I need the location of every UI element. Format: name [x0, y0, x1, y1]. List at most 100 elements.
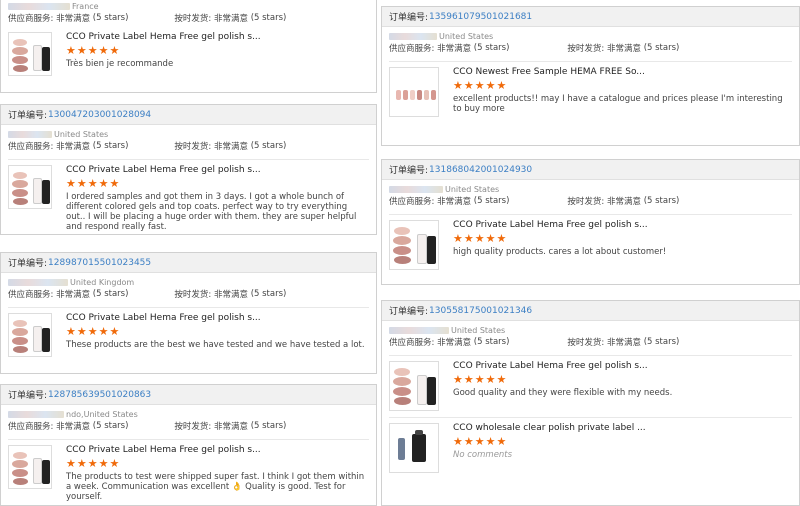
- buyer-info: United States: [382, 180, 799, 194]
- review-card: 订单编号: 130047203001028094 United States 供…: [0, 104, 377, 235]
- buyer-country: ndo,United States: [66, 409, 138, 419]
- star-rating: ★★★★★: [453, 435, 508, 448]
- buyer-name-redacted: [8, 410, 64, 418]
- product-title-link[interactable]: CCO Private Label Hema Free gel polish s…: [66, 165, 369, 175]
- order-label: 订单编号:: [389, 166, 429, 176]
- buyer-info: United States: [1, 125, 376, 139]
- review-text: excellent products!! may I have a catalo…: [453, 94, 783, 114]
- star-rating: ★★★★★: [453, 232, 508, 245]
- rating-row: 供应商服务: 非常满意 (5 stars) 按时发货: 非常满意 (5 star…: [1, 11, 376, 25]
- rating-row: 供应商服务: 非常满意 (5 stars) 按时发货: 非常满意 (5 star…: [1, 287, 376, 301]
- product-row: CCO Private Label Hema Free gel polish s…: [8, 439, 369, 502]
- buyer-country: United States: [54, 129, 109, 139]
- buyer-country: United States: [445, 184, 500, 194]
- star-rating: ★★★★★: [453, 373, 508, 386]
- on-time-shipping-stars: (5 stars): [643, 196, 680, 206]
- buyer-info: France: [1, 0, 376, 11]
- buyer-info: United Kingdom: [1, 273, 376, 287]
- review-text: Très bien je recommande: [66, 59, 174, 69]
- review-card: 订单编号: 128785639501020863 ndo,United Stat…: [0, 384, 377, 506]
- supplier-service-rating: 供应商服务: 非常满意: [8, 142, 91, 152]
- buyer-name-redacted: [8, 278, 68, 286]
- buyer-info: United States: [382, 321, 799, 335]
- buyer-name-redacted: [389, 32, 437, 40]
- product-thumbnail[interactable]: [8, 445, 52, 489]
- on-time-shipping-rating: 按时发货: 非常满意: [567, 197, 641, 207]
- supplier-service-stars: (5 stars): [92, 13, 129, 23]
- buyer-info: ndo,United States: [1, 405, 376, 419]
- buyer-name-redacted: [389, 185, 443, 193]
- supplier-service-rating: 供应商服务: 非常满意: [389, 44, 472, 54]
- order-header: 订单编号: 131868042001024930: [382, 160, 799, 180]
- rating-row: 供应商服务: 非常满意 (5 stars) 按时发货: 非常满意 (5 star…: [1, 139, 376, 153]
- on-time-shipping-stars: (5 stars): [643, 337, 680, 347]
- product-row: CCO Private Label Hema Free gel polish s…: [389, 214, 792, 270]
- supplier-service-rating: 供应商服务: 非常满意: [389, 197, 472, 207]
- order-number-link[interactable]: 130047203001028094: [48, 110, 151, 120]
- product-thumbnail[interactable]: [389, 67, 439, 117]
- on-time-shipping-rating: 按时发货: 非常满意: [174, 290, 248, 300]
- order-header: 订单编号: 128785639501020863: [1, 385, 376, 405]
- product-thumbnail[interactable]: [8, 313, 52, 357]
- rating-row: 供应商服务: 非常满意 (5 stars) 按时发货: 非常满意 (5 star…: [382, 335, 799, 349]
- on-time-shipping-stars: (5 stars): [250, 141, 287, 151]
- order-label: 订单编号:: [8, 259, 48, 269]
- star-rating: ★★★★★: [453, 79, 508, 92]
- star-rating: ★★★★★: [66, 325, 121, 338]
- product-title-link[interactable]: CCO Private Label Hema Free gel polish s…: [453, 220, 792, 230]
- on-time-shipping-rating: 按时发货: 非常满意: [174, 422, 248, 432]
- review-text: The products to test were shipped super …: [66, 472, 365, 502]
- rating-row: 供应商服务: 非常满意 (5 stars) 按时发货: 非常满意 (5 star…: [1, 419, 376, 433]
- buyer-country: France: [72, 1, 99, 11]
- star-rating: ★★★★★: [66, 177, 121, 190]
- product-title-link[interactable]: CCO Private Label Hema Free gel polish s…: [66, 32, 369, 42]
- on-time-shipping-stars: (5 stars): [250, 289, 287, 299]
- on-time-shipping-rating: 按时发货: 非常满意: [567, 44, 641, 54]
- product-row: CCO Private Label Hema Free gel polish s…: [8, 307, 369, 357]
- product-thumbnail[interactable]: [8, 165, 52, 209]
- order-number-link[interactable]: 128785639501020863: [48, 390, 151, 400]
- star-rating: ★★★★★: [66, 457, 121, 470]
- order-number-link[interactable]: 128987015501023455: [48, 258, 151, 268]
- review-text: No comments: [453, 450, 513, 460]
- order-number-link[interactable]: 135961079501021681: [429, 12, 532, 22]
- product-row: CCO wholesale clear polish private label…: [389, 417, 792, 473]
- product-title-link[interactable]: CCO wholesale clear polish private label…: [453, 423, 792, 433]
- supplier-service-stars: (5 stars): [92, 141, 129, 151]
- review-card: 订单编号: 130558175001021346 United States 供…: [381, 300, 800, 506]
- product-title-link[interactable]: CCO Private Label Hema Free gel polish s…: [66, 313, 369, 323]
- product-row: CCO Newest Free Sample HEMA FREE So... ★…: [389, 61, 792, 117]
- review-card: 订单编号: 131868042001024930 United States 供…: [381, 159, 800, 285]
- review-text: I ordered samples and got them in 3 days…: [66, 192, 357, 232]
- order-label: 订单编号:: [8, 391, 48, 401]
- product-thumbnail[interactable]: [389, 423, 439, 473]
- review-text: These products are the best we have test…: [66, 340, 365, 350]
- order-number-link[interactable]: 130558175001021346: [429, 306, 532, 316]
- product-title-link[interactable]: CCO Private Label Hema Free gel polish s…: [453, 361, 792, 371]
- product-row: CCO Private Label Hema Free gel polish s…: [8, 27, 369, 76]
- review-card: 订单编号: 135961079501021681 United States 供…: [381, 6, 800, 146]
- supplier-service-stars: (5 stars): [92, 289, 129, 299]
- buyer-name-redacted: [8, 130, 52, 138]
- on-time-shipping-rating: 按时发货: 非常满意: [174, 14, 248, 24]
- order-label: 订单编号:: [8, 111, 48, 121]
- product-thumbnail[interactable]: [8, 32, 52, 76]
- order-label: 订单编号:: [389, 13, 429, 23]
- product-title-link[interactable]: CCO Private Label Hema Free gel polish s…: [66, 445, 369, 455]
- product-thumbnail[interactable]: [389, 361, 439, 411]
- review-card: France 供应商服务: 非常满意 (5 stars) 按时发货: 非常满意 …: [0, 0, 377, 93]
- on-time-shipping-rating: 按时发货: 非常满意: [567, 338, 641, 348]
- product-row: CCO Private Label Hema Free gel polish s…: [8, 159, 369, 232]
- supplier-service-rating: 供应商服务: 非常满意: [8, 422, 91, 432]
- buyer-name-redacted: [8, 2, 70, 10]
- buyer-name-redacted: [389, 326, 449, 334]
- supplier-service-rating: 供应商服务: 非常满意: [8, 14, 91, 24]
- product-title-link[interactable]: CCO Newest Free Sample HEMA FREE So...: [453, 67, 792, 77]
- supplier-service-stars: (5 stars): [473, 43, 510, 53]
- supplier-service-rating: 供应商服务: 非常满意: [8, 290, 91, 300]
- buyer-country: United States: [439, 31, 494, 41]
- supplier-service-rating: 供应商服务: 非常满意: [389, 338, 472, 348]
- product-thumbnail[interactable]: [389, 220, 439, 270]
- order-number-link[interactable]: 131868042001024930: [429, 165, 532, 175]
- on-time-shipping-rating: 按时发货: 非常满意: [174, 142, 248, 152]
